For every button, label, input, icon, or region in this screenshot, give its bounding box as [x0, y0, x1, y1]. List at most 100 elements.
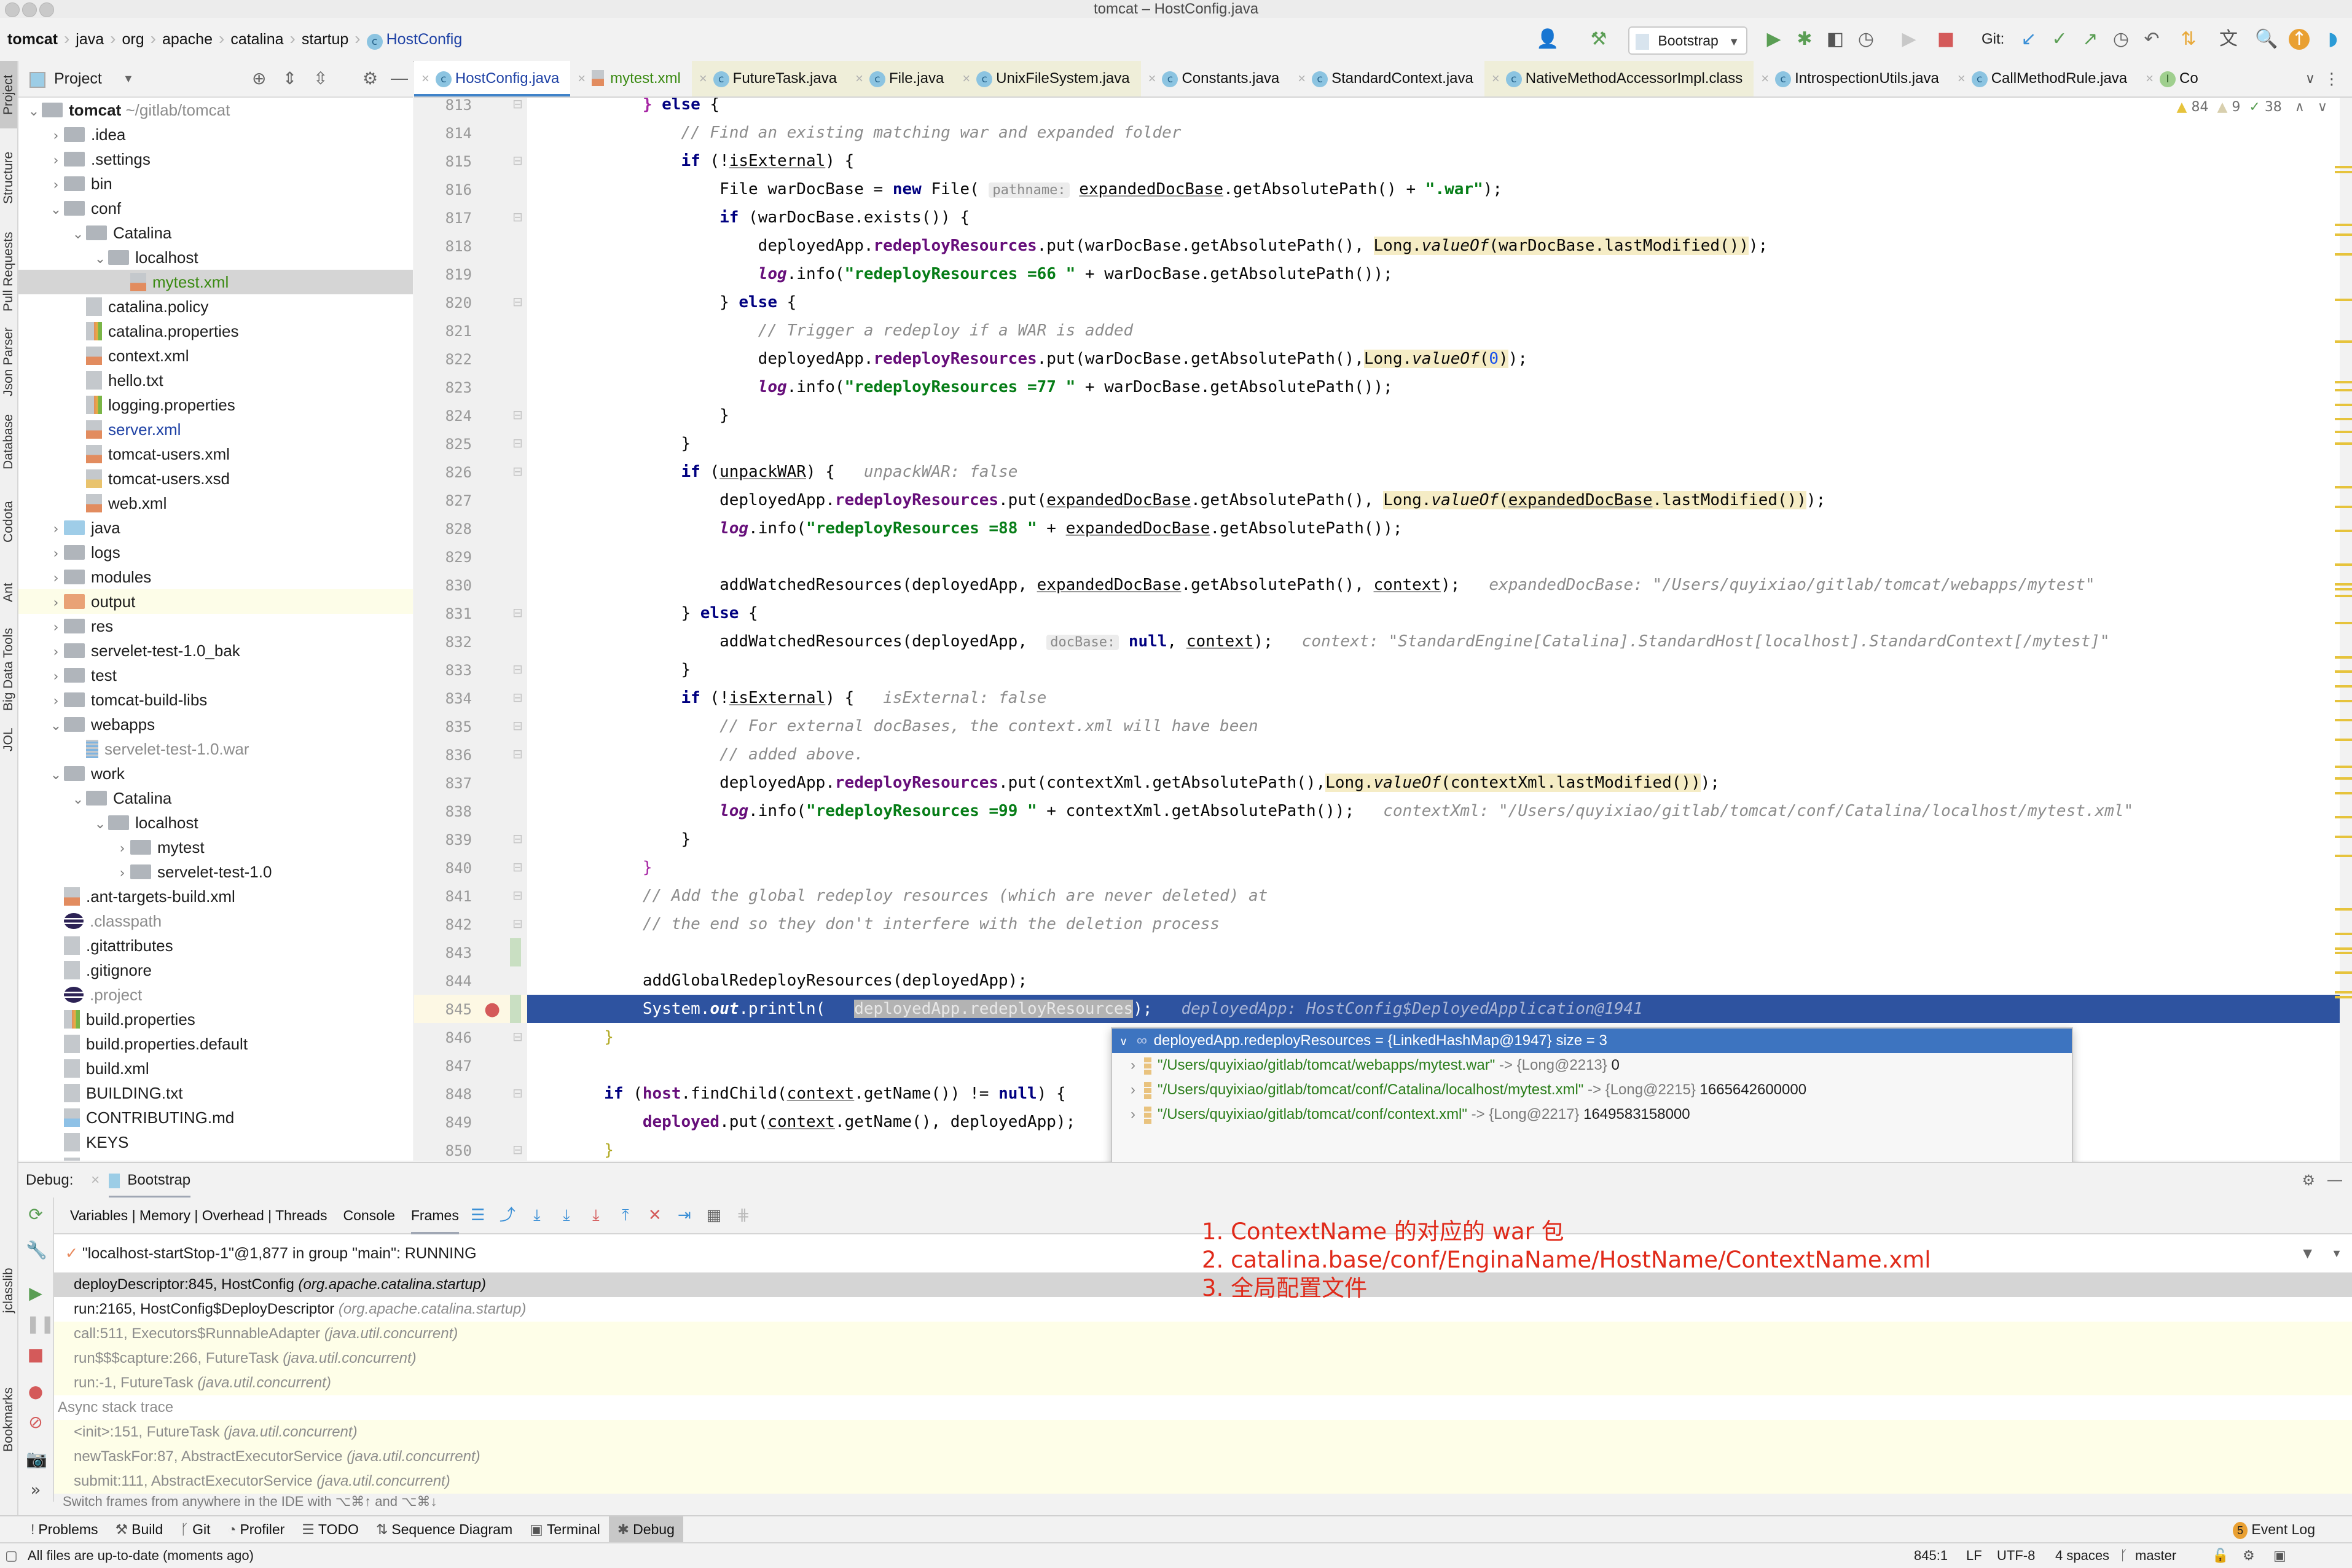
run-to-cursor-icon[interactable]: ⇥: [674, 1198, 695, 1233]
warning-stripe-mark[interactable]: [2335, 699, 2352, 702]
warning-stripe-mark[interactable]: [2335, 777, 2352, 780]
breadcrumb-item[interactable]: org: [122, 18, 144, 61]
line-number[interactable]: 814: [423, 125, 472, 142]
chevron-right-icon[interactable]: ›: [48, 616, 64, 640]
tree-item[interactable]: .gitignore: [18, 958, 413, 982]
debug-tab[interactable]: Variables | Memory | Overhead | Threads: [70, 1198, 327, 1233]
warning-stripe-mark[interactable]: [2335, 719, 2352, 722]
line-number[interactable]: 829: [423, 549, 472, 566]
git-history-icon[interactable]: ◷: [2111, 29, 2131, 50]
trace-icon[interactable]: ⋕: [733, 1198, 754, 1233]
line-number[interactable]: 846: [423, 1029, 472, 1046]
tree-item[interactable]: LICENSE: [18, 1154, 413, 1161]
editor-tab[interactable]: × mytest.xml: [570, 61, 692, 96]
tool-window-tab-pull-requests[interactable]: Pull Requests: [0, 225, 17, 318]
code-line[interactable]: [527, 543, 2340, 571]
line-number[interactable]: 826: [423, 464, 472, 481]
tool-window-tab-bookmarks[interactable]: Bookmarks: [0, 1364, 17, 1475]
debug-bug-icon[interactable]: ✱: [1794, 29, 1815, 50]
code-line[interactable]: File warDocBase = new File( pathname: ex…: [527, 175, 2340, 203]
code-line[interactable]: // Add the global redeploy resources (wh…: [527, 882, 2340, 910]
fold-marker-icon[interactable]: ⊟: [512, 690, 523, 705]
error-stripe[interactable]: [2335, 98, 2352, 1161]
editor-tab[interactable]: × c CallMethodRule.java: [1950, 61, 2138, 96]
line-number[interactable]: 821: [423, 323, 472, 340]
chevron-right-icon[interactable]: ›: [114, 837, 130, 861]
execution-point-line[interactable]: System.out.println( deployedApp.redeploy…: [527, 995, 2340, 1023]
tree-item[interactable]: mytest.xml: [18, 270, 413, 294]
breadcrumb-item[interactable]: catalina: [230, 18, 283, 61]
tree-item[interactable]: catalina.properties: [18, 319, 413, 343]
warning-stripe-mark[interactable]: [2335, 418, 2352, 421]
tool-window-tab-big-data-tools[interactable]: Big Data Tools: [0, 626, 17, 712]
tree-item[interactable]: .gitattributes: [18, 933, 413, 958]
close-tab-icon[interactable]: ×: [699, 71, 707, 86]
editor-tab[interactable]: × c HostConfig.java: [414, 61, 571, 96]
code-line[interactable]: addWatchedResources(deployedApp, expande…: [527, 571, 2340, 599]
chevron-down-icon[interactable]: ⌄: [70, 222, 86, 247]
close-tab-icon[interactable]: ×: [578, 71, 586, 86]
line-number[interactable]: 843: [423, 944, 472, 962]
code-line[interactable]: // the end so they don't interfere with …: [527, 910, 2340, 938]
warning-stripe-mark[interactable]: [2335, 170, 2352, 173]
line-number[interactable]: 813: [423, 96, 472, 114]
plugin-icon[interactable]: ◗: [2323, 29, 2343, 50]
fold-marker-icon[interactable]: ⊟: [512, 747, 523, 761]
hide-panel-icon[interactable]: —: [391, 68, 408, 88]
code-line[interactable]: }: [527, 401, 2340, 429]
warning-stripe-mark[interactable]: [2335, 563, 2352, 566]
git-update-icon[interactable]: ↙: [2018, 29, 2039, 50]
fold-marker-icon[interactable]: ⊟: [512, 605, 523, 620]
warning-stripe-mark[interactable]: [2335, 908, 2352, 911]
tool-window-tab-database[interactable]: Database: [0, 405, 17, 479]
tool-window-tab-jol[interactable]: JOL: [0, 718, 17, 761]
terminal-icon[interactable]: ▣: [2273, 1543, 2286, 1568]
map-entry-row[interactable]: › "/Users/quyixiao/gitlab/tomcat/conf/Cat…: [1112, 1078, 2072, 1102]
tree-item[interactable]: › output: [18, 589, 413, 614]
tool-window-tab-structure[interactable]: Structure: [0, 135, 17, 221]
hide-panel-icon[interactable]: —: [2327, 1163, 2342, 1198]
async-stack-frame[interactable]: newTaskFor:87, AbstractExecutorService (…: [54, 1445, 2352, 1469]
fold-marker-icon[interactable]: ⊟: [512, 860, 523, 874]
warning-stripe-mark[interactable]: [2335, 995, 2352, 998]
code-line[interactable]: log.info("redeployResources =77 " + warD…: [527, 373, 2340, 401]
inspector-icon[interactable]: ⚙: [2243, 1543, 2255, 1568]
line-number[interactable]: 834: [423, 690, 472, 707]
breadcrumb-item[interactable]: HostConfig: [386, 18, 463, 61]
tree-item[interactable]: ⌄ Catalina: [18, 786, 413, 810]
camera-icon[interactable]: 📷: [26, 1449, 47, 1469]
code-line[interactable]: deployedApp.redeployResources.put(expand…: [527, 486, 2340, 514]
warning-stripe-mark[interactable]: [2335, 855, 2352, 858]
code-line[interactable]: deployedApp.redeployResources.put(warDoc…: [527, 345, 2340, 373]
more-icon[interactable]: »: [26, 1480, 45, 1500]
code-line[interactable]: } else {: [527, 288, 2340, 316]
search-icon[interactable]: 🔍: [2255, 29, 2278, 50]
fold-marker-icon[interactable]: ⊟: [512, 662, 523, 676]
update-icon[interactable]: ↑: [2289, 29, 2310, 50]
drop-frame-icon[interactable]: ✕: [645, 1198, 665, 1233]
mute-breakpoints-icon[interactable]: ⊘: [26, 1413, 45, 1432]
editor-tab[interactable]: × c FutureTask.java: [691, 61, 849, 96]
line-number[interactable]: 824: [423, 407, 472, 425]
tree-item[interactable]: BUILDING.txt: [18, 1081, 413, 1105]
warning-stripe-mark[interactable]: [2335, 622, 2352, 625]
line-number[interactable]: 840: [423, 860, 472, 877]
line-number[interactable]: 848: [423, 1086, 472, 1103]
code-line[interactable]: // Trigger a redeploy if a WAR is added: [527, 316, 2340, 345]
tool-tab-profiler[interactable]: ◔ Profiler: [219, 1516, 294, 1542]
rerun-icon[interactable]: ⟳: [26, 1205, 45, 1225]
tree-item[interactable]: › mytest: [18, 835, 413, 860]
tool-tab-sequence-diagram[interactable]: ⇅ Sequence Diagram: [367, 1516, 521, 1542]
tool-window-tab-ant[interactable]: Ant: [0, 565, 17, 620]
fold-marker-icon[interactable]: ⊟: [512, 464, 523, 479]
popup-header[interactable]: ∨ ∞ deployedApp.redeployResources = {Lin…: [1112, 1029, 2072, 1053]
fold-marker-icon[interactable]: ⊟: [512, 1142, 523, 1157]
line-number[interactable]: 841: [423, 888, 472, 905]
git-push-icon[interactable]: ↗: [2080, 29, 2101, 50]
tree-item[interactable]: › .settings: [18, 147, 413, 171]
tool-tab-git[interactable]: ᚴ Git: [171, 1516, 219, 1542]
git-branch[interactable]: master: [2135, 1543, 2176, 1568]
next-highlight-icon[interactable]: ∨: [2318, 100, 2327, 115]
close-tab-icon[interactable]: ×: [1492, 71, 1500, 86]
tree-item[interactable]: .classpath: [18, 909, 413, 933]
